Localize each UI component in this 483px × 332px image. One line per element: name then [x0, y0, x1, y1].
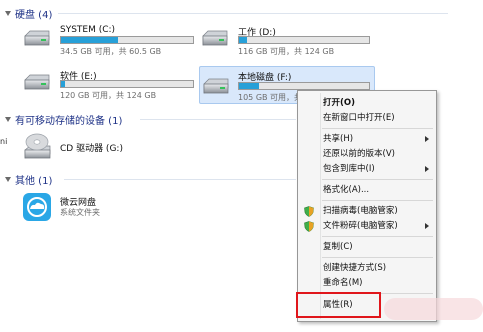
- collapse-arrow-icon[interactable]: [5, 117, 11, 122]
- drive-info: 34.5 GB 可用，共 60.5 GB: [60, 47, 162, 56]
- submenu-arrow-icon: [425, 166, 429, 172]
- left-edge-text: ni: [0, 137, 8, 146]
- section-title: 其他 (1): [15, 176, 53, 187]
- drive-d[interactable]: 工作 (D:) 116 GB 可用，共 124 GB: [200, 24, 372, 56]
- menu-item-open[interactable]: 打开(O): [298, 96, 436, 111]
- menu-item-open-new-window[interactable]: 在新窗口中打开(E): [298, 111, 436, 126]
- menu-separator: [322, 257, 433, 258]
- menu-item-label: 重命名(M): [323, 278, 363, 288]
- menu-item-rename[interactable]: 重命名(M): [298, 276, 436, 291]
- drive-c[interactable]: SYSTEM (C:) 34.5 GB 可用，共 60.5 GB: [22, 24, 194, 56]
- usage-bar: [238, 36, 370, 44]
- drive-info: 116 GB 可用，共 124 GB: [238, 47, 335, 56]
- usage-bar-fill: [61, 81, 65, 87]
- shield-icon: [304, 221, 314, 232]
- usage-bar-fill: [239, 37, 247, 43]
- usage-bar: [60, 36, 194, 44]
- context-menu: 打开(O) 在新窗口中打开(E) 共享(H) 还原以前的版本(V) 包含到库中(…: [297, 90, 437, 322]
- drive-name: SYSTEM (C:): [60, 25, 116, 35]
- section-other[interactable]: 其他 (1): [5, 172, 52, 187]
- submenu-arrow-icon: [425, 136, 429, 142]
- cd-drive-g[interactable]: CD 驱动器 (G:): [22, 132, 142, 162]
- menu-separator: [322, 200, 433, 201]
- section-removable[interactable]: 有可移动存储的设备 (1): [5, 112, 122, 127]
- hard-drive-icon: [24, 30, 50, 46]
- menu-item-label: 创建快捷方式(S): [323, 263, 387, 273]
- menu-item-label: 包含到库中(I): [323, 164, 375, 174]
- section-title: 硬盘 (4): [15, 10, 53, 21]
- menu-item-restore-versions[interactable]: 还原以前的版本(V): [298, 147, 436, 162]
- hard-drive-icon: [203, 78, 229, 94]
- menu-item-share[interactable]: 共享(H): [298, 132, 436, 147]
- cloud-drive[interactable]: 微云网盘 系统文件夹: [22, 192, 142, 224]
- menu-item-label: 在新窗口中打开(E): [323, 113, 395, 123]
- menu-item-file-shred[interactable]: 文件粉碎(电脑管家): [298, 219, 436, 234]
- cloud-icon: [23, 193, 51, 221]
- section-hard-disks[interactable]: 硬盘 (4): [5, 6, 52, 21]
- menu-item-format[interactable]: 格式化(A)...: [298, 183, 436, 198]
- cloud-subtitle: 系统文件夹: [60, 208, 100, 217]
- menu-item-include-in-library[interactable]: 包含到库中(I): [298, 162, 436, 177]
- hard-drive-icon: [24, 74, 50, 90]
- drive-e[interactable]: 软件 (E:) 120 GB 可用，共 124 GB: [22, 68, 194, 100]
- menu-separator: [322, 236, 433, 237]
- usage-bar: [238, 82, 370, 90]
- menu-item-create-shortcut[interactable]: 创建快捷方式(S): [298, 261, 436, 276]
- section-divider: [64, 179, 296, 180]
- section-title: 有可移动存储的设备 (1): [15, 116, 123, 127]
- menu-item-label: 共享(H): [323, 134, 354, 144]
- section-divider: [58, 13, 448, 14]
- menu-item-label: 打开(O): [323, 98, 355, 108]
- menu-item-scan-virus[interactable]: 扫描病毒(电脑管家): [298, 204, 436, 219]
- collapse-arrow-icon[interactable]: [5, 177, 11, 182]
- usage-bar-fill: [61, 37, 118, 43]
- drive-info: 120 GB 可用，共 124 GB: [60, 91, 157, 100]
- menu-item-label: 扫描病毒(电脑管家): [323, 206, 398, 216]
- menu-separator: [322, 128, 433, 129]
- menu-item-copy[interactable]: 复制(C): [298, 240, 436, 255]
- hard-drive-icon: [202, 30, 228, 46]
- menu-item-label: 还原以前的版本(V): [323, 149, 395, 159]
- drive-name: CD 驱动器 (G:): [60, 144, 123, 154]
- menu-separator: [322, 179, 433, 180]
- collapse-arrow-icon[interactable]: [5, 11, 11, 16]
- submenu-arrow-icon: [425, 223, 429, 229]
- menu-item-label: 复制(C): [323, 242, 353, 252]
- shield-icon: [304, 206, 314, 217]
- usage-bar-fill: [239, 83, 259, 89]
- section-divider: [140, 119, 296, 120]
- menu-item-label: 格式化(A)...: [323, 185, 370, 195]
- pink-smudge: [384, 298, 483, 320]
- cd-drive-icon: [24, 133, 51, 159]
- usage-bar: [60, 80, 194, 88]
- properties-highlight-box: [296, 292, 381, 318]
- menu-item-label: 文件粉碎(电脑管家): [323, 221, 398, 231]
